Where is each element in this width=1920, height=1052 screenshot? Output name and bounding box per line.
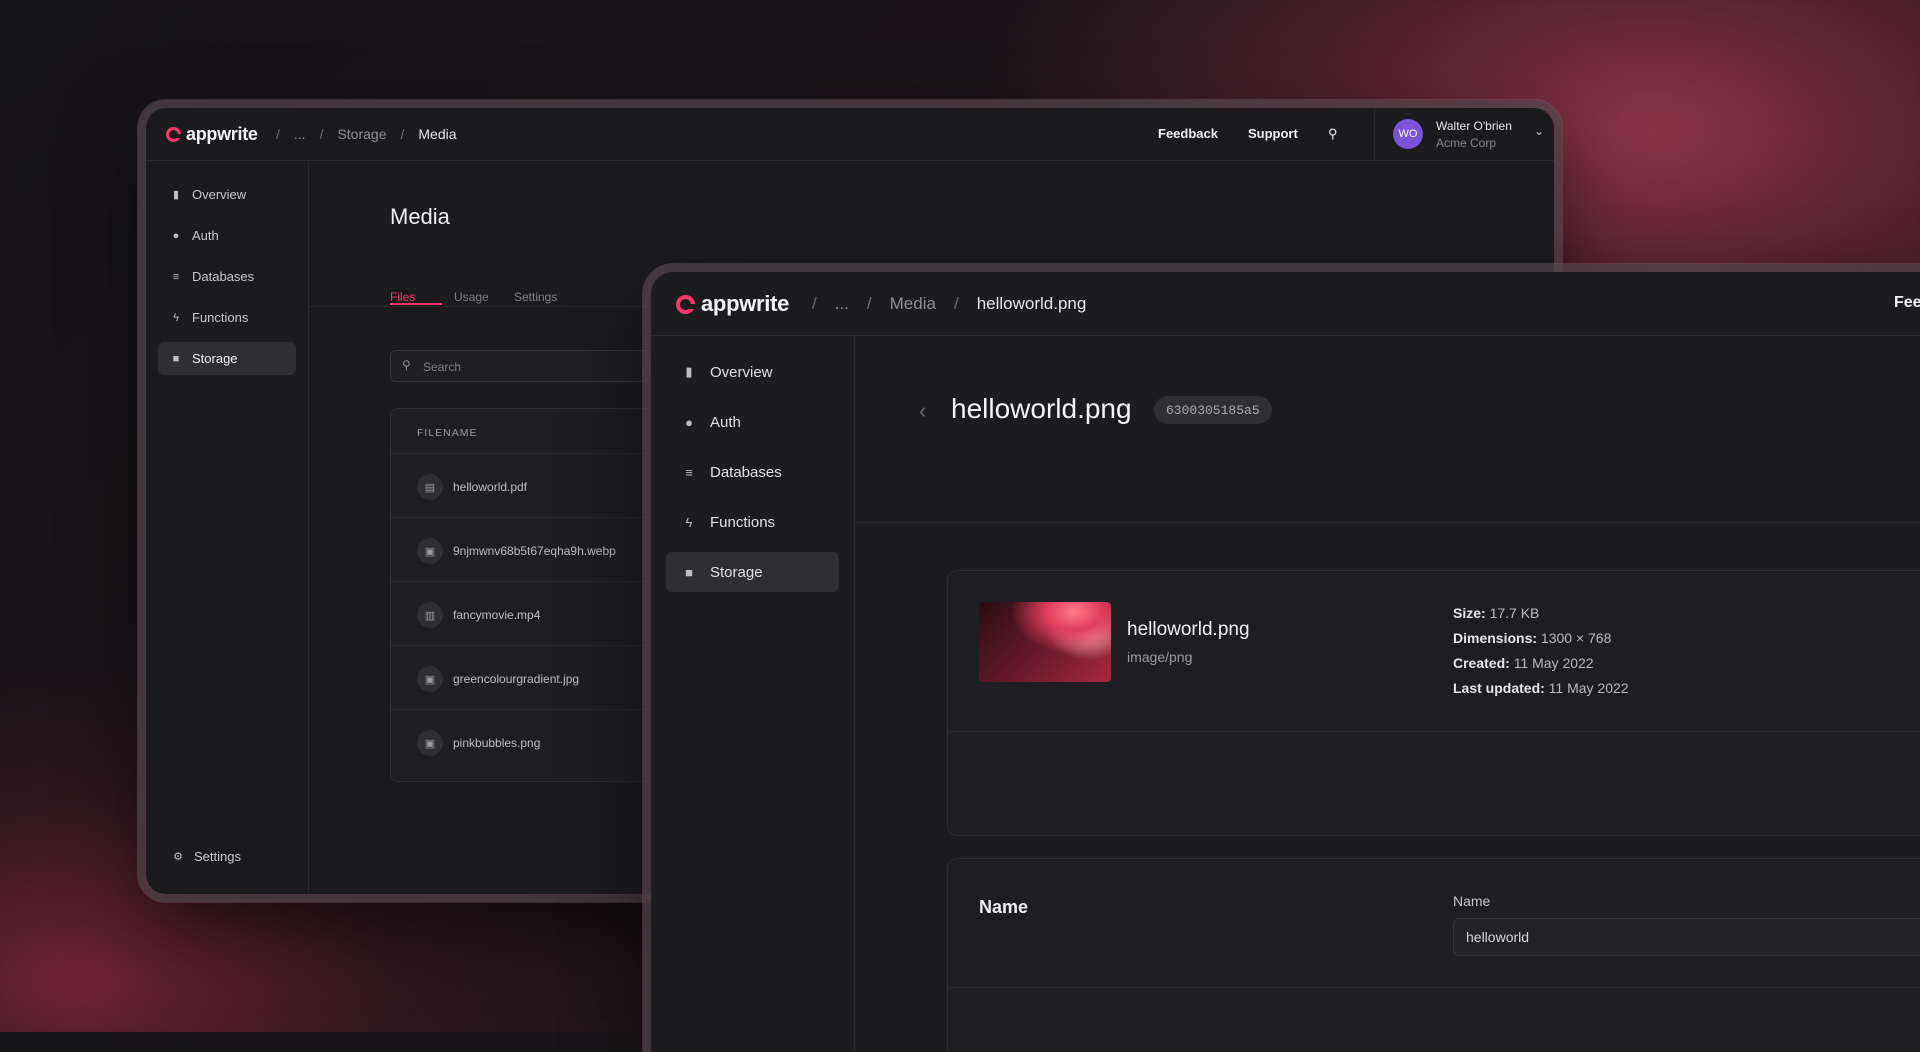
appwrite-logo-icon bbox=[676, 294, 695, 314]
top-bar: appwrite / ... / Storage / Media Feedbac… bbox=[146, 108, 1554, 161]
sidebar-item-storage[interactable]: ■ Storage bbox=[666, 552, 839, 592]
user-name: Walter O'brien bbox=[1436, 119, 1512, 133]
search-placeholder: Search bbox=[423, 360, 462, 374]
tab-usage[interactable]: Usage bbox=[454, 290, 489, 304]
lightning-icon: ϟ bbox=[173, 311, 179, 324]
bar-chart-icon: ▮ bbox=[685, 364, 693, 379]
name-field[interactable] bbox=[1453, 918, 1920, 956]
sidebar-item-auth[interactable]: ● Auth bbox=[666, 402, 839, 442]
sidebar-item-settings[interactable]: ⚙ Settings bbox=[172, 849, 241, 864]
support-button[interactable]: Support bbox=[1248, 126, 1298, 141]
appwrite-logo-icon bbox=[166, 127, 181, 142]
files-table: FILENAME ▤ helloworld.pdf ▣ 9njmwnv68b5t… bbox=[390, 408, 672, 782]
appwrite-logo[interactable]: appwrite bbox=[166, 124, 258, 145]
file-header: ‹ helloworld.png 6300305185a5 bbox=[854, 336, 1920, 523]
sidebar-item-functions[interactable]: ϟ Functions bbox=[158, 301, 296, 334]
file-dimensions: Dimensions: 1300 × 768 bbox=[1453, 630, 1612, 646]
column-header-filename: FILENAME bbox=[417, 427, 478, 439]
file-details-window: appwrite / ... / Media / helloworld.png … bbox=[651, 272, 1920, 1052]
users-icon: ● bbox=[172, 229, 180, 242]
folder-icon: ■ bbox=[172, 352, 180, 365]
sidebar: ▮ Overview ● Auth ≡ Databases ϟ Function… bbox=[146, 161, 309, 894]
breadcrumb-ellipsis[interactable]: ... bbox=[294, 126, 306, 142]
feedback-button[interactable]: Feed bbox=[1894, 294, 1920, 312]
database-icon: ≡ bbox=[685, 464, 693, 480]
image-icon: ▣ bbox=[417, 666, 443, 692]
page-title: Media bbox=[390, 204, 450, 229]
feedback-button[interactable]: Feedback bbox=[1158, 126, 1218, 141]
sidebar: ▮ Overview ● Auth ≡ Databases ϟ Function… bbox=[651, 336, 855, 1052]
image-icon: ▣ bbox=[417, 538, 443, 564]
file-thumbnail[interactable] bbox=[979, 602, 1111, 682]
user-menu[interactable]: WO Walter O'brien Acme Corp ⌄ bbox=[1374, 108, 1554, 160]
breadcrumb-media[interactable]: Media bbox=[890, 294, 936, 314]
breadcrumb-media[interactable]: Media bbox=[418, 126, 456, 142]
chevron-left-icon[interactable]: ‹ bbox=[919, 398, 926, 424]
breadcrumb: / ... / Media / helloworld.png bbox=[812, 294, 1087, 314]
users-icon: ● bbox=[685, 414, 693, 430]
sidebar-item-overview[interactable]: ▮ Overview bbox=[158, 178, 296, 211]
file-id-badge[interactable]: 6300305185a5 bbox=[1154, 396, 1272, 424]
logo-text: appwrite bbox=[186, 124, 258, 144]
file-created: Created: 11 May 2022 bbox=[1453, 655, 1594, 671]
document-icon: ▤ bbox=[417, 474, 443, 500]
folder-icon: ■ bbox=[685, 564, 693, 580]
appwrite-logo[interactable]: appwrite bbox=[676, 291, 789, 317]
sidebar-item-databases[interactable]: ≡ Databases bbox=[666, 452, 839, 492]
image-icon: ▣ bbox=[417, 730, 443, 756]
lightning-icon: ϟ bbox=[685, 514, 693, 530]
user-org: Acme Corp bbox=[1436, 136, 1497, 150]
table-row[interactable]: ▣ greencolourgradient.jpg bbox=[391, 645, 671, 710]
table-row[interactable]: ▤ helloworld.pdf bbox=[391, 453, 671, 518]
sidebar-item-auth[interactable]: ● Auth bbox=[158, 219, 296, 252]
tab-settings[interactable]: Settings bbox=[514, 290, 557, 304]
breadcrumb: / ... / Storage / Media bbox=[276, 126, 457, 142]
avatar: WO bbox=[1393, 119, 1423, 149]
card-divider bbox=[948, 731, 1920, 732]
page-title: helloworld.png bbox=[951, 393, 1132, 424]
sidebar-item-storage[interactable]: ■ Storage bbox=[158, 342, 296, 375]
file-name: helloworld.png bbox=[1127, 619, 1250, 640]
table-row[interactable]: ▣ 9njmwnv68b5t67eqha9h.webp bbox=[391, 517, 671, 582]
card-divider bbox=[948, 987, 1920, 988]
film-icon: ▥ bbox=[417, 602, 443, 628]
bar-chart-icon: ▮ bbox=[172, 189, 180, 201]
file-size: Size: 17.7 KB bbox=[1453, 605, 1540, 621]
top-bar: appwrite / ... / Media / helloworld.png … bbox=[651, 272, 1920, 336]
search-input[interactable]: ⚲ Search bbox=[390, 350, 650, 382]
search-icon: ⚲ bbox=[402, 358, 411, 372]
name-field-label: Name bbox=[1453, 893, 1491, 909]
breadcrumb-storage[interactable]: Storage bbox=[337, 126, 386, 142]
table-row[interactable]: ▣ pinkbubbles.png bbox=[391, 709, 671, 774]
file-mime-type: image/png bbox=[1127, 649, 1193, 665]
breadcrumb-file[interactable]: helloworld.png bbox=[977, 294, 1087, 314]
database-icon: ≡ bbox=[172, 270, 180, 283]
file-updated: Last updated: 11 May 2022 bbox=[1453, 680, 1629, 696]
table-row[interactable]: ▥ fancymovie.mp4 bbox=[391, 581, 671, 646]
chevron-down-icon: ⌄ bbox=[1534, 124, 1545, 138]
breadcrumb-ellipsis[interactable]: ... bbox=[835, 294, 849, 314]
name-card: Name Name bbox=[947, 858, 1920, 1052]
tab-files[interactable]: Files bbox=[390, 290, 415, 304]
file-preview-card: helloworld.png image/png Size: 17.7 KB D… bbox=[947, 570, 1920, 836]
section-title: Name bbox=[979, 897, 1029, 917]
sidebar-item-databases[interactable]: ≡ Databases bbox=[158, 260, 296, 293]
active-tab-indicator bbox=[390, 303, 442, 305]
gear-icon: ⚙ bbox=[173, 851, 183, 863]
sidebar-item-overview[interactable]: ▮ Overview bbox=[666, 352, 839, 392]
search-icon[interactable]: ⚲ bbox=[1328, 126, 1338, 142]
logo-text: appwrite bbox=[701, 291, 790, 316]
sidebar-item-functions[interactable]: ϟ Functions bbox=[666, 502, 839, 542]
